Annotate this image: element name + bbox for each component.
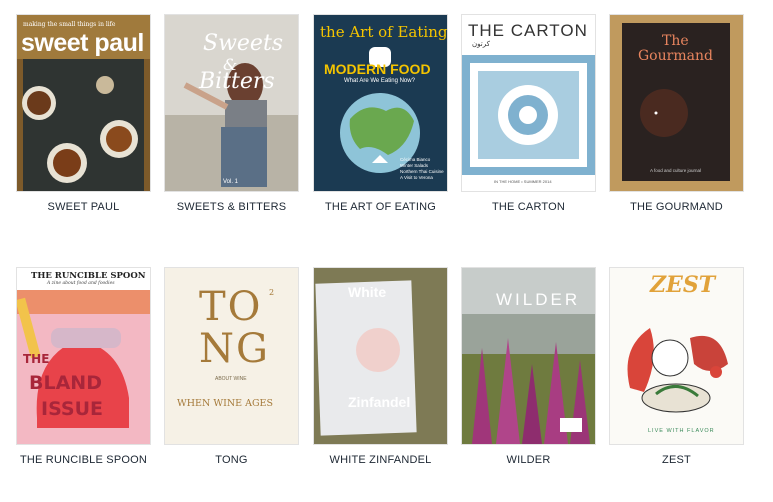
- cover-title-line-2: NG: [199, 326, 270, 372]
- cover-contents: Cécima Bianco Winter Salads Northern Tha…: [400, 157, 445, 181]
- cover-art-text-3: ISSUE: [41, 398, 103, 420]
- magazine-cover-white-zinfandel[interactable]: White Zinfandel: [314, 268, 447, 444]
- magazine-cover-sweets-and-bitters[interactable]: Sweets & Bitters Vol. 1: [165, 15, 298, 191]
- cover-title-line-1: White: [348, 284, 387, 300]
- cover-footer: IN THE HOME • SUMMER 2014: [494, 179, 552, 184]
- magazine-cover-wilder[interactable]: WILDER: [462, 268, 595, 444]
- cover-subhead: What Are We Eating Now?: [344, 78, 415, 84]
- magazine-label[interactable]: SWEETS & BITTERS: [155, 201, 308, 213]
- cover-title-line-1: TO: [199, 284, 263, 330]
- magazine-label[interactable]: WHITE ZINFANDEL: [304, 454, 457, 466]
- magazine-cover-the-art-of-eating[interactable]: the Art of Eating MODERN FOOD What Are W…: [314, 15, 447, 191]
- cover-contents-line: A Visit to Verona: [400, 175, 433, 180]
- cover-art-text-1: THE: [23, 352, 50, 366]
- cover-art-text-2: BLAND: [29, 372, 102, 394]
- magazine-label[interactable]: WILDER: [452, 454, 605, 466]
- cover-title: THE CARTON: [468, 21, 588, 40]
- cover-title: THE RUNCIBLE SPOON: [31, 271, 146, 281]
- cover-title: WILDER: [496, 290, 581, 309]
- cover-subtitle: كرتون: [472, 40, 490, 48]
- cover-subtitle: A zine about food and foodies: [47, 281, 115, 286]
- magazine-cover-the-gourmand[interactable]: The Gourmand A food and culture journal: [610, 15, 743, 191]
- magazine-cover-zest[interactable]: ZEST LIVE WITH FLAVOR: [610, 268, 743, 444]
- cover-headline: MODERN FOOD: [324, 61, 431, 77]
- magazine-label[interactable]: THE CARTON: [452, 201, 605, 213]
- cover-footer: LIVE WITH FLAVOR: [648, 428, 715, 434]
- cover-title-line-1: Sweets: [203, 31, 284, 56]
- magazine-cover-the-runcible-spoon[interactable]: THE RUNCIBLE SPOON A zine about food and…: [17, 268, 150, 444]
- magazine-label[interactable]: THE GOURMAND: [600, 201, 753, 213]
- cover-title-line-1: The: [662, 33, 689, 49]
- cover-footer: A food and culture journal: [650, 168, 702, 173]
- cover-title-line-2: Gourmand: [638, 48, 713, 64]
- magazine-label[interactable]: SWEET PAUL: [7, 201, 160, 213]
- cover-about: ABOUT WINE: [215, 376, 247, 382]
- cover-issue: Vol. 1: [223, 179, 239, 185]
- magazine-label[interactable]: TONG: [155, 454, 308, 466]
- cover-footer: WHEN WINE AGES: [177, 398, 273, 409]
- cover-title-superscript: 2: [269, 288, 275, 297]
- magazine-label[interactable]: THE RUNCIBLE SPOON: [7, 454, 160, 466]
- cover-title: sweet paul: [21, 29, 144, 57]
- magazine-grid: making the small things in life sweet pa…: [0, 0, 773, 502]
- magazine-cover-the-carton[interactable]: THE CARTON كرتون IN THE HOME • SUMMER 20…: [462, 15, 595, 191]
- magazine-cover-sweet-paul[interactable]: making the small things in life sweet pa…: [17, 15, 150, 191]
- magazine-label[interactable]: THE ART OF EATING: [304, 201, 457, 213]
- magazine-label[interactable]: ZEST: [600, 454, 753, 466]
- cover-title: the Art of Eating: [320, 23, 447, 41]
- cover-title-line-2: Zinfandel: [348, 394, 411, 410]
- cover-tagline: making the small things in life: [23, 21, 116, 28]
- magazine-cover-tong[interactable]: TO 2 NG ABOUT WINE WHEN WINE AGES: [165, 268, 298, 444]
- cover-title: ZEST: [650, 272, 716, 298]
- cover-title-line-3: Bitters: [199, 69, 275, 94]
